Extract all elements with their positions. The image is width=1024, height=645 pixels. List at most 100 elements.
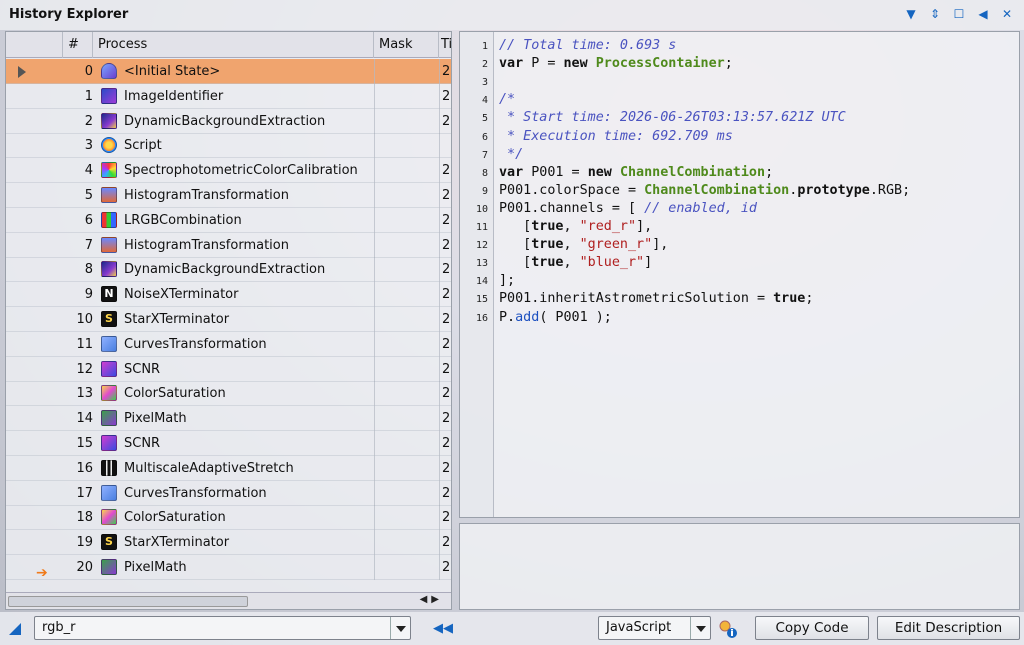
close-icon[interactable]: ✕	[1000, 7, 1014, 21]
row-marker	[6, 456, 63, 481]
table-row[interactable]: 17 CurvesTransformation 20	[6, 480, 451, 506]
scnr-icon	[101, 360, 119, 377]
row-number: 7	[84, 237, 93, 253]
row-mask	[374, 455, 438, 481]
row-marker	[6, 431, 63, 456]
row-time: 20	[439, 59, 451, 84]
table-row[interactable]: 0 <Initial State> 20	[6, 59, 451, 84]
row-process: DynamicBackgroundExtraction	[124, 113, 326, 129]
row-marker	[6, 84, 63, 109]
resize-vertical-icon[interactable]: ⇕	[928, 7, 942, 21]
language-selector-value: JavaScript	[606, 620, 672, 635]
row-number: 12	[76, 361, 93, 377]
row-number: 4	[84, 163, 93, 179]
row-process: CurvesTransformation	[124, 336, 267, 352]
table-row[interactable]: 6 LRGBCombination 20	[6, 207, 451, 233]
scrollbar-thumb[interactable]	[8, 596, 248, 607]
header-mask[interactable]: Mask	[374, 32, 439, 58]
row-mask	[374, 331, 438, 357]
table-header: # Process Mask Ti	[6, 32, 451, 58]
scroll-arrows-icon[interactable]: ◀▶	[420, 594, 443, 605]
row-marker	[6, 257, 63, 282]
colorsat-icon	[101, 385, 119, 402]
row-process: SCNR	[124, 436, 161, 451]
row-marker	[6, 357, 63, 382]
row-mask	[374, 307, 438, 332]
table-row[interactable]: 18 ColorSaturation 20	[6, 505, 451, 531]
row-mask	[374, 108, 438, 134]
row-process: ImageIdentifier	[124, 88, 224, 104]
header-num[interactable]: #	[63, 32, 93, 58]
code-line: P001.inheritAstrometricSolution = true;	[499, 291, 814, 307]
row-number: 0	[84, 64, 93, 79]
table-row[interactable]: 7 HistogramTransformation 20	[6, 232, 451, 258]
code-line: var P = new ProcessContainer;	[499, 56, 733, 72]
edit-description-button[interactable]: Edit Description	[877, 616, 1020, 640]
header-process[interactable]: Process	[93, 32, 374, 58]
row-mask	[374, 505, 438, 531]
table-row[interactable]: 11 CurvesTransformation 20	[6, 331, 451, 357]
table-row[interactable]: 3 Script	[6, 133, 451, 159]
code-line: /*	[499, 92, 516, 108]
row-number: 2	[84, 113, 93, 129]
header-marker	[6, 32, 63, 58]
table-row[interactable]: 8 DynamicBackgroundExtraction 20	[6, 257, 451, 283]
table-row[interactable]: 9N NoiseXTerminator 20	[6, 282, 451, 308]
row-marker	[6, 282, 63, 307]
header-time[interactable]: Ti	[439, 32, 451, 58]
window-title: History Explorer	[9, 7, 129, 22]
row-marker	[6, 133, 63, 158]
row-mask	[374, 207, 438, 233]
window-controls: ▼ ⇕ ☐ ◀ ✕	[904, 7, 1014, 21]
row-marker: ➔	[6, 555, 63, 581]
table-row[interactable]: 5 HistogramTransformation 20	[6, 183, 451, 208]
chevron-down-icon[interactable]	[690, 617, 710, 639]
table-row[interactable]: 4 SpectrophotometricColorCalibration 20	[6, 158, 451, 184]
table-row[interactable]: 16 MultiscaleAdaptiveStretch 20	[6, 455, 451, 481]
table-row[interactable]: 12 SCNR 20	[6, 356, 451, 382]
row-number: 19	[76, 535, 93, 551]
row-mask	[374, 158, 438, 184]
row-number: 17	[76, 485, 93, 501]
row-time: 20	[439, 83, 451, 109]
code-editor[interactable]: 1 2 3 4 5 6 7 8 9 10 11 12 13 14 15 16 // Total time: 0…	[459, 31, 1020, 518]
row-selector-icon	[18, 66, 26, 78]
line-number: 15	[475, 294, 488, 306]
table-row[interactable]: 15 SCNR 20	[6, 431, 451, 456]
resize-corner-icon[interactable]	[9, 623, 21, 635]
horizontal-scrollbar[interactable]: ◀▶	[6, 592, 451, 609]
row-marker	[6, 307, 63, 332]
row-mask	[374, 257, 438, 283]
row-time: 20	[439, 555, 451, 580]
row-marker	[6, 481, 63, 506]
row-mask	[374, 133, 438, 159]
view-selector[interactable]: rgb_r	[34, 616, 411, 640]
shade-left-icon[interactable]: ◀	[976, 7, 990, 21]
table-row[interactable]: 14 PixelMath 20	[6, 406, 451, 432]
maximize-icon[interactable]: ☐	[952, 7, 966, 21]
image-identifier-icon	[101, 87, 119, 104]
row-time: 20	[439, 381, 451, 407]
code-line: P.add( P001 );	[499, 309, 612, 325]
chevron-down-icon[interactable]	[390, 617, 410, 639]
row-process: StarXTerminator	[124, 312, 230, 327]
table-row[interactable]: 1 ImageIdentifier 20	[6, 83, 451, 109]
row-mask	[374, 356, 438, 382]
table-row[interactable]: 13 ColorSaturation 20	[6, 381, 451, 407]
row-process: DynamicBackgroundExtraction	[124, 262, 326, 278]
row-process: HistogramTransformation	[124, 188, 289, 203]
row-mask	[374, 282, 438, 308]
language-selector[interactable]: JavaScript	[598, 616, 711, 640]
collapse-icon[interactable]: ▼	[904, 7, 918, 21]
row-marker	[6, 332, 63, 357]
row-mask	[374, 83, 438, 109]
table-row[interactable]: ➔ 20 PixelMath 20	[6, 555, 451, 581]
script-info-icon[interactable]	[718, 619, 738, 639]
table-row[interactable]: 10 S StarXTerminator 20	[6, 307, 451, 332]
description-panel[interactable]	[459, 523, 1020, 610]
table-row[interactable]: 19 S StarXTerminator 20	[6, 530, 451, 556]
row-number: 13	[76, 386, 93, 402]
copy-code-button[interactable]: Copy Code	[755, 616, 869, 640]
table-row[interactable]: 2 DynamicBackgroundExtraction 20	[6, 108, 451, 134]
double-chevron-left-icon[interactable]: ◀◀	[433, 621, 453, 636]
